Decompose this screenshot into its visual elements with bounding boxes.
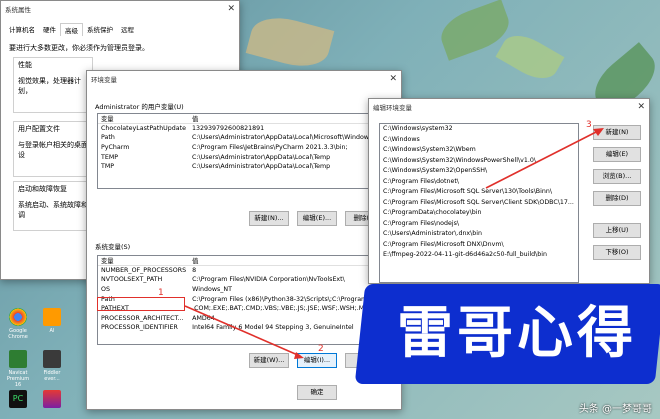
brand-banner: 雷哥心得 — [354, 284, 660, 384]
arrow-to-new-button — [485, 129, 601, 189]
watermark: 头条 @一梦哥哥 — [578, 404, 652, 415]
arrow-path-to-edit — [184, 305, 301, 357]
annotation-number-2: 2 — [318, 344, 324, 354]
banner-text: 雷哥心得 — [397, 301, 637, 366]
annotation-number-1: 1 — [158, 288, 164, 298]
arrowhead — [294, 352, 304, 359]
annotation-number-3: 3 — [586, 120, 592, 130]
